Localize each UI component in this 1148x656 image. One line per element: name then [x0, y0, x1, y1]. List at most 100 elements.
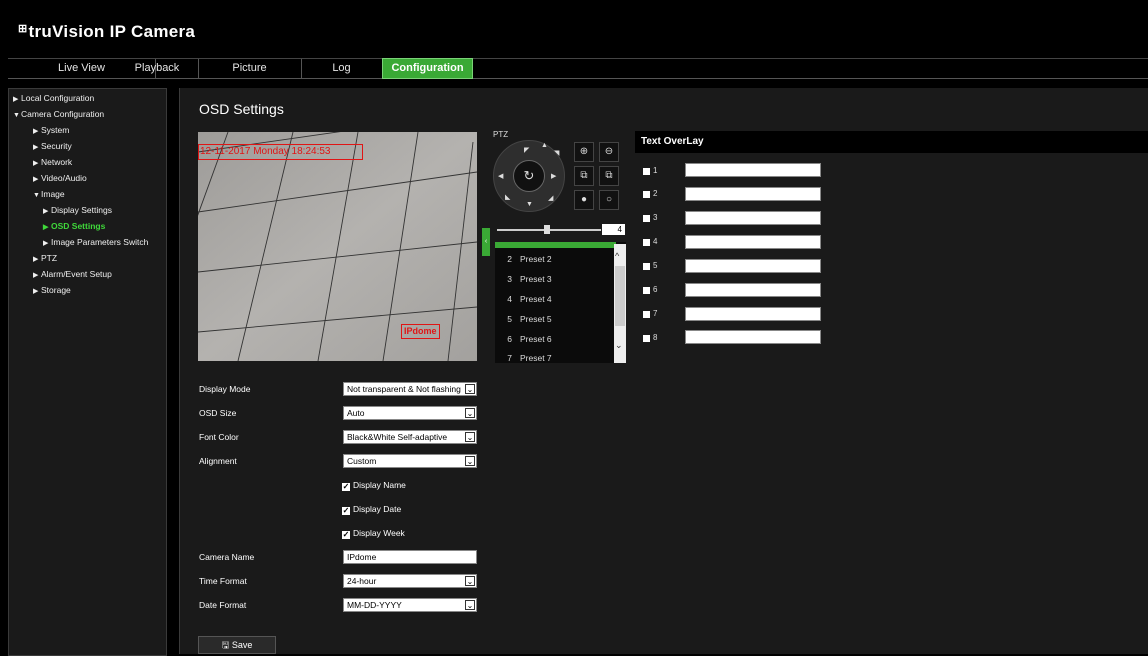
- overlay-checkbox-6[interactable]: [643, 287, 650, 294]
- sidebar-item-storage[interactable]: ▶ Storage: [33, 285, 71, 295]
- list-item[interactable]: 6 Preset 6: [495, 334, 613, 344]
- sidebar-item-local-configuration[interactable]: ▶ Local Configuration: [13, 93, 94, 103]
- list-item[interactable]: 3 Preset 3: [495, 274, 613, 284]
- camera-name-input[interactable]: IPdome: [343, 550, 477, 564]
- overlay-text-input-3[interactable]: [685, 211, 821, 225]
- scroll-down-icon[interactable]: ⌄: [615, 340, 623, 351]
- video-preview[interactable]: 12-11-2017 Monday 18:24:53 IPdome: [198, 132, 477, 361]
- caret-right-icon: ▶: [43, 208, 49, 215]
- chevron-down-icon: ⌄: [465, 456, 475, 466]
- caret-right-icon: ▶: [43, 224, 49, 231]
- date-format-label: Date Format: [199, 600, 247, 610]
- tab-picture[interactable]: Picture: [198, 59, 302, 78]
- focus-far-icon[interactable]: ⧉: [599, 166, 619, 186]
- display-week-checkbox[interactable]: ✓ Display Week: [342, 528, 405, 539]
- tab-log[interactable]: Log: [301, 59, 383, 78]
- arrow-down-left-icon[interactable]: ◣: [505, 193, 510, 201]
- sidebar-item-network[interactable]: ▶ Network: [33, 157, 72, 167]
- overlay-text-input-5[interactable]: [685, 259, 821, 273]
- list-item[interactable]: 7 Preset 7: [495, 353, 613, 363]
- chevron-down-icon: ⌄: [465, 408, 475, 418]
- list-item[interactable]: 5 Preset 5: [495, 314, 613, 324]
- caret-right-icon: ▶: [33, 176, 39, 183]
- camera-name-label: Camera Name: [199, 552, 255, 562]
- page-title: OSD Settings: [199, 101, 284, 117]
- sidebar-item-system[interactable]: ▶ System: [33, 125, 69, 135]
- datetime-overlay: 12-11-2017 Monday 18:24:53: [200, 146, 331, 157]
- sidebar-item-security[interactable]: ▶ Security: [33, 141, 72, 151]
- caret-down-icon: ▼: [13, 112, 20, 119]
- arrow-left-icon[interactable]: ◀: [498, 172, 503, 180]
- sidebar-item-alarm-event-setup[interactable]: ▶ Alarm/Event Setup: [33, 269, 112, 279]
- overlay-row-number: 1: [653, 166, 658, 175]
- overlay-text-input-6[interactable]: [685, 283, 821, 297]
- speed-slider-handle[interactable]: [544, 225, 550, 234]
- font-color-select[interactable]: Black&White Self-adaptive ⌄: [343, 430, 477, 444]
- sidebar-item-image[interactable]: ▼Image: [33, 189, 65, 199]
- checkmark-icon: ✓: [342, 506, 350, 515]
- camera-name-overlay: IPdome: [404, 326, 437, 336]
- overlay-text-input-7[interactable]: [685, 307, 821, 321]
- arrow-right-icon[interactable]: ▶: [551, 172, 556, 180]
- tab-playback[interactable]: Playback: [116, 59, 199, 78]
- overlay-checkbox-8[interactable]: [643, 335, 650, 342]
- overlay-checkbox-3[interactable]: [643, 215, 650, 222]
- display-date-checkbox[interactable]: ✓ Display Date: [342, 504, 401, 515]
- tab-configuration[interactable]: Configuration: [382, 58, 473, 79]
- arrow-up-right-icon[interactable]: ◥: [554, 149, 559, 157]
- text-overlay-header: Text OverLay: [635, 131, 1148, 153]
- chevron-down-icon: ⌄: [465, 600, 475, 610]
- sidebar-item-video-audio[interactable]: ▶ Video/Audio: [33, 173, 87, 183]
- time-format-label: Time Format: [199, 576, 247, 586]
- overlay-row-number: 8: [653, 333, 658, 342]
- auto-pan-icon[interactable]: ↻: [513, 160, 545, 192]
- date-format-select[interactable]: MM-DD-YYYY ⌄: [343, 598, 477, 612]
- caret-right-icon: ▶: [43, 240, 49, 247]
- alignment-select[interactable]: Custom ⌄: [343, 454, 477, 468]
- overlay-text-input-4[interactable]: [685, 235, 821, 249]
- overlay-text-input-1[interactable]: [685, 163, 821, 177]
- caret-right-icon: ▶: [33, 144, 39, 151]
- overlay-checkbox-4[interactable]: [643, 239, 650, 246]
- overlay-checkbox-7[interactable]: [643, 311, 650, 318]
- arrow-up-icon[interactable]: ▲: [541, 142, 548, 149]
- display-mode-label: Display Mode: [199, 384, 251, 394]
- time-format-select[interactable]: 24-hour ⌄: [343, 574, 477, 588]
- save-button[interactable]: 🖫 Save: [198, 636, 276, 654]
- caret-right-icon: ▶: [33, 272, 39, 279]
- overlay-text-input-8[interactable]: [685, 330, 821, 344]
- zoom-in-icon[interactable]: ⊕: [574, 142, 594, 162]
- display-name-checkbox[interactable]: ✓ Display Name: [342, 480, 406, 491]
- overlay-row-number: 2: [653, 189, 658, 198]
- sidebar-item-image-parameters-switch[interactable]: ▶ Image Parameters Switch: [43, 237, 148, 247]
- focus-near-icon[interactable]: ⧉: [574, 166, 594, 186]
- osd-size-label: OSD Size: [199, 408, 237, 418]
- overlay-row-number: 7: [653, 309, 658, 318]
- scroll-up-icon[interactable]: ^: [615, 251, 619, 261]
- caret-right-icon: ▶: [13, 96, 19, 103]
- chevron-down-icon: ⌄: [465, 384, 475, 394]
- osd-size-select[interactable]: Auto ⌄: [343, 406, 477, 420]
- list-item[interactable]: 4 Preset 4: [495, 294, 613, 304]
- sidebar: [8, 88, 167, 656]
- collapse-ptz-icon[interactable]: ‹: [482, 228, 490, 256]
- overlay-checkbox-1[interactable]: [643, 168, 650, 175]
- overlay-checkbox-2[interactable]: [643, 191, 650, 198]
- sidebar-item-ptz[interactable]: ▶ PTZ: [33, 253, 57, 263]
- sidebar-item-osd-settings[interactable]: ▶ OSD Settings: [43, 221, 105, 231]
- arrow-down-right-icon[interactable]: ◢: [548, 194, 553, 202]
- list-item[interactable]: 2 Preset 2: [495, 254, 613, 264]
- iris-close-icon[interactable]: ○: [599, 190, 619, 210]
- sidebar-item-display-settings[interactable]: ▶ Display Settings: [43, 205, 112, 215]
- floppy-disk-icon: 🖫: [221, 640, 232, 650]
- sidebar-item-camera-configuration[interactable]: ▼Camera Configuration: [13, 109, 104, 119]
- overlay-checkbox-5[interactable]: [643, 263, 650, 270]
- arrow-up-left-icon[interactable]: ◤: [524, 146, 529, 154]
- preset-scrollbar-thumb[interactable]: [615, 266, 625, 326]
- iris-open-icon[interactable]: ●: [574, 190, 594, 210]
- zoom-out-icon[interactable]: ⊖: [599, 142, 619, 162]
- arrow-down-icon[interactable]: ▼: [526, 201, 533, 208]
- overlay-text-input-2[interactable]: [685, 187, 821, 201]
- caret-right-icon: ▶: [33, 128, 39, 135]
- display-mode-select[interactable]: Not transparent & Not flashing ⌄: [343, 382, 477, 396]
